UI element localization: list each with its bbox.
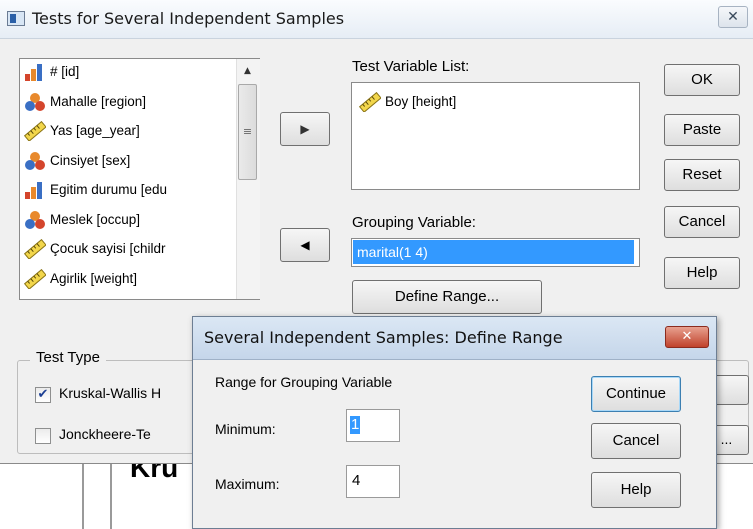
nominal-balls-icon bbox=[24, 92, 46, 112]
app-icon bbox=[7, 11, 25, 26]
dialog-title: Tests for Several Independent Samples bbox=[32, 9, 345, 28]
list-item-label: Agirlik [weight] bbox=[50, 270, 138, 286]
ok-button[interactable]: OK bbox=[664, 64, 740, 96]
ordinal-bar-icon bbox=[24, 180, 46, 200]
scale-ruler-icon bbox=[23, 268, 47, 290]
list-item-label: Mahalle [region] bbox=[50, 93, 147, 109]
continue-button[interactable]: Continue bbox=[591, 376, 681, 412]
paste-button[interactable]: Paste bbox=[664, 114, 740, 146]
ordinal-bar-icon bbox=[24, 62, 46, 82]
list-item-label: Egitim durumu [edu bbox=[50, 182, 168, 197]
grouping-variable-label: Grouping Variable: bbox=[352, 214, 476, 231]
move-to-grouping-button[interactable]: ◀ bbox=[280, 228, 330, 262]
close-icon[interactable]: ✕ bbox=[718, 6, 748, 28]
list-item-label: Meslek [occup] bbox=[50, 211, 141, 227]
list-item-label: # [id] bbox=[50, 64, 80, 79]
minimum-value[interactable]: 1 bbox=[350, 416, 361, 434]
scrollbar-thumb[interactable]: ≡ bbox=[238, 84, 257, 180]
list-item-label: Boy [height] bbox=[385, 94, 457, 109]
scale-ruler-icon bbox=[23, 120, 47, 142]
list-item-label: Yas [age_year] bbox=[50, 123, 140, 138]
maximum-value[interactable]: 4 bbox=[352, 472, 360, 490]
minimum-label: Minimum: bbox=[215, 421, 276, 437]
range-help-button[interactable]: Help bbox=[591, 472, 681, 508]
scale-ruler-icon bbox=[23, 238, 47, 260]
document-border-line bbox=[82, 463, 84, 529]
document-border-line bbox=[110, 463, 112, 529]
define-range-button[interactable]: Define Range... bbox=[352, 280, 542, 314]
test-type-label: Test Type bbox=[30, 349, 106, 366]
range-dialog-title: Several Independent Samples: Define Rang… bbox=[204, 328, 563, 347]
kruskal-wallis-checkbox[interactable]: ✔ bbox=[35, 387, 51, 403]
range-cancel-button[interactable]: Cancel bbox=[591, 423, 681, 459]
move-to-test-list-button[interactable]: ▶ bbox=[280, 112, 330, 146]
nominal-balls-icon bbox=[24, 210, 46, 230]
range-group-label: Range for Grouping Variable bbox=[215, 374, 393, 390]
list-item-label: Çocuk sayisi [childr bbox=[50, 241, 166, 256]
scale-ruler-icon bbox=[358, 91, 382, 113]
variable-items: # [id] Mahalle [region] Yas [age_year] Cins… bbox=[20, 59, 235, 299]
jonckheere-checkbox[interactable] bbox=[35, 428, 51, 444]
scroll-up-icon[interactable]: ▲ bbox=[236, 60, 259, 82]
list-item-label: Cinsiyet [sex] bbox=[50, 152, 131, 168]
kruskal-wallis-label[interactable]: Kruskal-Wallis H bbox=[59, 385, 161, 401]
close-icon[interactable]: ✕ bbox=[665, 326, 709, 348]
test-variable-list-label: Test Variable List: bbox=[352, 58, 470, 75]
maximum-label: Maximum: bbox=[215, 476, 280, 492]
help-button[interactable]: Help bbox=[664, 257, 740, 289]
cancel-button[interactable]: Cancel bbox=[664, 206, 740, 238]
reset-button[interactable]: Reset bbox=[664, 159, 740, 191]
jonckheere-label[interactable]: Jonckheere-Te bbox=[59, 426, 151, 442]
grouping-variable-value[interactable]: marital(1 4) bbox=[353, 240, 634, 264]
nominal-balls-icon bbox=[24, 151, 46, 171]
